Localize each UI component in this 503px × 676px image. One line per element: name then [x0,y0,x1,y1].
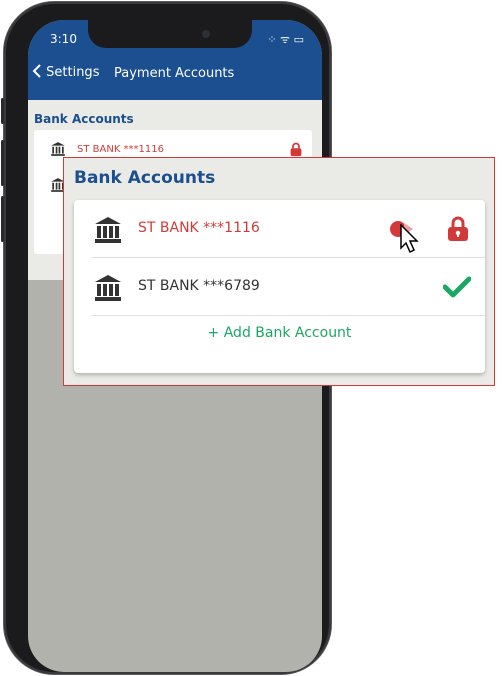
status-time: 3:10 [50,32,77,46]
cursor-arrow-icon [400,224,419,254]
status-icons: ⁘ ᯤ ▭ [267,33,304,46]
account-name: ST BANK ***1116 [138,220,260,236]
bank-icon [51,142,65,156]
back-button[interactable]: Settings [32,64,99,80]
add-bank-account-button[interactable]: + Add Bank Account [74,325,485,341]
account-row-locked[interactable]: ST BANK ***1116 [92,200,485,258]
bank-icon [95,275,121,301]
accounts-card-zoomed: ST BANK ***1116 ST BANK ***6789 + Add Ba… [74,200,485,373]
camera [202,30,210,38]
account-name: ST BANK ***6789 [138,278,260,294]
section-title-zoomed: Bank Accounts [74,168,216,188]
zoom-callout: Bank Accounts ST BANK ***1116 ST BANK **… [63,157,495,386]
chevron-left-icon [32,64,41,78]
section-title: Bank Accounts [34,112,134,126]
phone-notch [88,20,252,48]
bank-icon [95,217,121,243]
lock-icon [448,216,468,241]
volume-down-button [1,196,4,242]
page-title: Payment Accounts [114,66,235,81]
back-label: Settings [46,65,100,80]
account-name: ST BANK ***1116 [77,144,165,155]
mute-switch [1,98,4,124]
volume-up-button [1,140,4,186]
lock-icon [290,142,302,157]
checkmark-icon [443,276,471,298]
account-row-default[interactable]: ST BANK ***6789 [92,258,485,316]
